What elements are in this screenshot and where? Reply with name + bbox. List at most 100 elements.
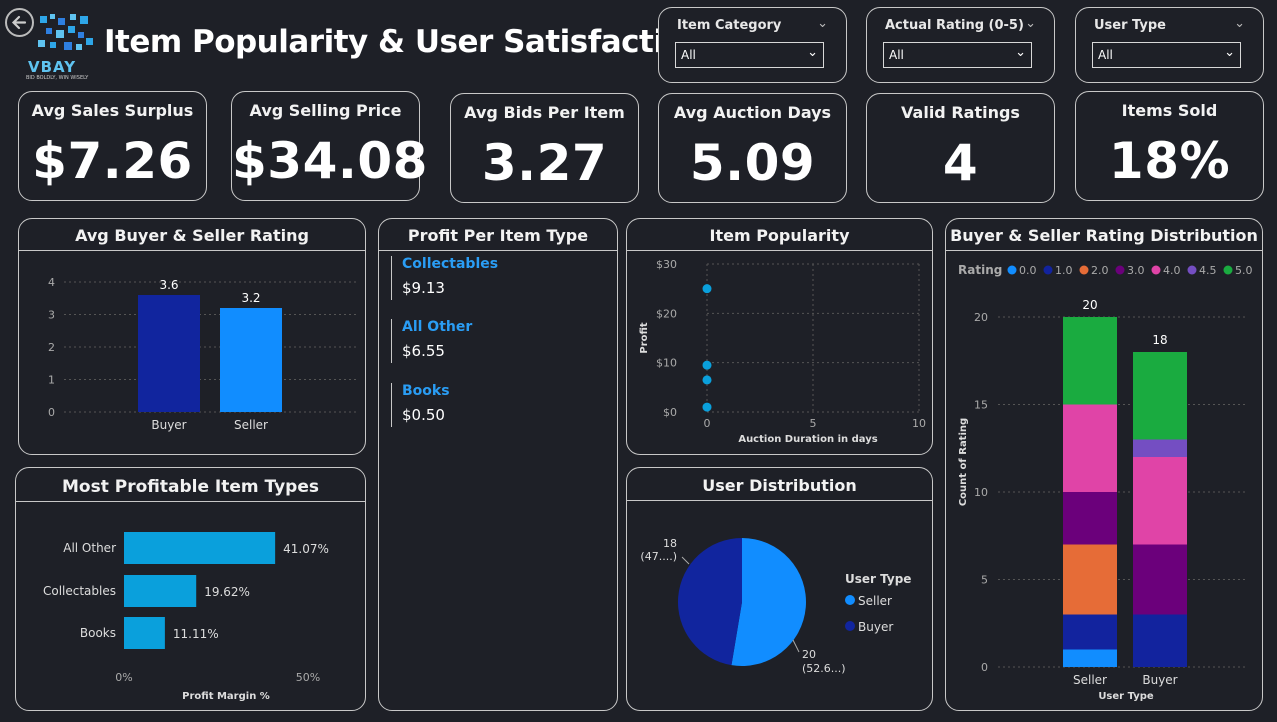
pie-slice	[731, 538, 806, 666]
y-tick-label: 15	[974, 399, 988, 412]
scatter-point	[702, 360, 712, 370]
kpi-label: Avg Bids Per Item	[464, 103, 625, 122]
stacked-bar-segment	[1063, 492, 1117, 545]
slicer-item-category[interactable]: Item Category ⌄ All ⌄	[658, 7, 847, 83]
panel-title: Most Profitable Item Types	[61, 477, 320, 497]
panel-title: Avg Buyer & Seller Rating	[75, 226, 309, 245]
legend-marker	[845, 595, 855, 605]
data-label: 20	[1082, 298, 1097, 312]
legend-title: User Type	[845, 572, 911, 586]
logo-tagline: BID BOLDLY, WIN WISELY	[26, 75, 89, 81]
kpi-avg-sales-surplus: Avg Sales Surplus $7.26	[18, 91, 207, 201]
chevron-down-icon: ⌄	[807, 45, 818, 60]
kpi-value: $34.08	[232, 132, 428, 190]
kpi-avg-auction-days: Avg Auction Days 5.09	[658, 93, 847, 203]
kpi-avg-selling-price: Avg Selling Price $34.08	[231, 91, 428, 201]
panel-avg-rating: Avg Buyer & Seller Rating 0 1 2 3 4 3.6 Buyer 3…	[18, 218, 366, 455]
x-axis-title: Profit Margin %	[182, 691, 270, 702]
y-axis-title: Count of Rating	[958, 418, 969, 506]
y-axis-title: Profit	[639, 322, 650, 354]
profit-card-category: Collectables	[402, 256, 499, 272]
legend-marker	[1151, 265, 1161, 275]
legend-label: 2.0	[1091, 264, 1109, 277]
legend-marker	[1043, 265, 1053, 275]
stacked-bar-segment	[1063, 614, 1117, 650]
slicer-user-type[interactable]: User Type ⌄ All ⌄	[1075, 7, 1264, 83]
y-tick-label: 4	[48, 276, 55, 289]
chevron-down-icon: ⌄	[1224, 45, 1235, 60]
slicer-label: Actual Rating (0-5)	[885, 18, 1024, 33]
data-label: (52.6...)	[802, 662, 846, 675]
chevron-down-icon[interactable]: ⌄	[1025, 16, 1036, 31]
slicer-actual-rating[interactable]: Actual Rating (0-5) ⌄ All ⌄	[866, 7, 1055, 83]
legend-label: 4.0	[1163, 264, 1181, 277]
stacked-bar-segment	[1063, 649, 1117, 667]
panel-profit-per-type: Profit Per Item Type Collectables $9.13 …	[378, 218, 618, 711]
item-category-dropdown[interactable]: All ⌄	[675, 42, 824, 68]
x-axis-title: Auction Duration in days	[738, 434, 877, 445]
kpi-label: Items Sold	[1121, 101, 1218, 120]
data-label: 3.6	[159, 278, 178, 292]
legend-label: Buyer	[858, 620, 893, 634]
kpi-label: Avg Selling Price	[249, 101, 402, 120]
dropdown-value: All	[681, 48, 696, 62]
panel-user-distribution: User Distribution 20 (52.6...) 18 (47....) U…	[626, 467, 933, 711]
bar	[124, 532, 276, 564]
y-tick-label: 2	[48, 341, 55, 354]
data-label: (47....)	[640, 550, 677, 563]
dropdown-value: All	[889, 48, 904, 62]
panel-title: Profit Per Item Type	[407, 226, 589, 245]
panel-title: User Distribution	[702, 476, 857, 495]
panel-item-popularity: Item Popularity $0 $10 $20 $30 0 5 10 Auction D…	[626, 218, 933, 455]
divider	[627, 500, 932, 501]
legend-label: 4.5	[1199, 264, 1217, 277]
legend-marker	[1079, 265, 1089, 275]
bar	[124, 617, 165, 649]
logo: VBAY BID BOLDLY, WIN WISELY	[26, 12, 104, 84]
data-label: 41.07%	[283, 542, 329, 556]
data-label: 19.62%	[204, 585, 250, 599]
profit-card-value: $9.13	[402, 279, 445, 297]
user-type-dropdown[interactable]: All ⌄	[1092, 42, 1241, 68]
data-label: 11.11%	[173, 627, 219, 641]
bar	[138, 295, 200, 412]
profit-card-category: All Other	[402, 319, 473, 335]
dropdown-value: All	[1098, 48, 1113, 62]
profit-card-collectables: Collectables $9.13	[391, 256, 498, 300]
data-label: 18	[663, 537, 677, 550]
bar	[124, 575, 197, 607]
y-tick-label: $0	[663, 406, 677, 419]
stacked-bar-segment	[1133, 544, 1187, 615]
divider	[16, 501, 365, 502]
divider	[627, 250, 932, 251]
x-tick-label: Seller	[234, 418, 268, 432]
chevron-down-icon[interactable]: ⌄	[1234, 16, 1245, 31]
y-tick-label: $30	[656, 258, 677, 271]
legend-marker	[1187, 265, 1197, 275]
y-tick-label: $10	[656, 357, 677, 370]
y-tick-label: Collectables	[43, 584, 116, 598]
x-tick-label: 50%	[296, 671, 320, 684]
kpi-value: 18%	[1108, 132, 1231, 190]
legend-label: 1.0	[1055, 264, 1073, 277]
panel-title: Item Popularity	[709, 226, 850, 245]
leader-line	[792, 639, 800, 653]
chevron-down-icon: ⌄	[1015, 45, 1026, 60]
legend-label: 5.0	[1235, 264, 1253, 277]
data-label: 20	[802, 648, 816, 661]
kpi-label: Avg Auction Days	[673, 103, 832, 122]
scatter-point	[702, 402, 712, 412]
kpi-value: $7.26	[32, 132, 193, 190]
stacked-bar-segment	[1063, 544, 1117, 615]
x-tick-label: Buyer	[1142, 673, 1177, 687]
kpi-avg-bids-per-item: Avg Bids Per Item 3.27	[450, 93, 639, 203]
scatter-point	[702, 284, 712, 294]
actual-rating-dropdown[interactable]: All ⌄	[883, 42, 1032, 68]
legend-label: Seller	[858, 594, 892, 608]
logo-mark-icon	[38, 14, 93, 50]
slicer-label: Item Category	[677, 18, 782, 33]
chevron-down-icon[interactable]: ⌄	[817, 16, 828, 31]
y-tick-label: $20	[656, 307, 677, 320]
stacked-bar-segment	[1133, 457, 1187, 545]
profit-card-value: $6.55	[402, 342, 445, 360]
